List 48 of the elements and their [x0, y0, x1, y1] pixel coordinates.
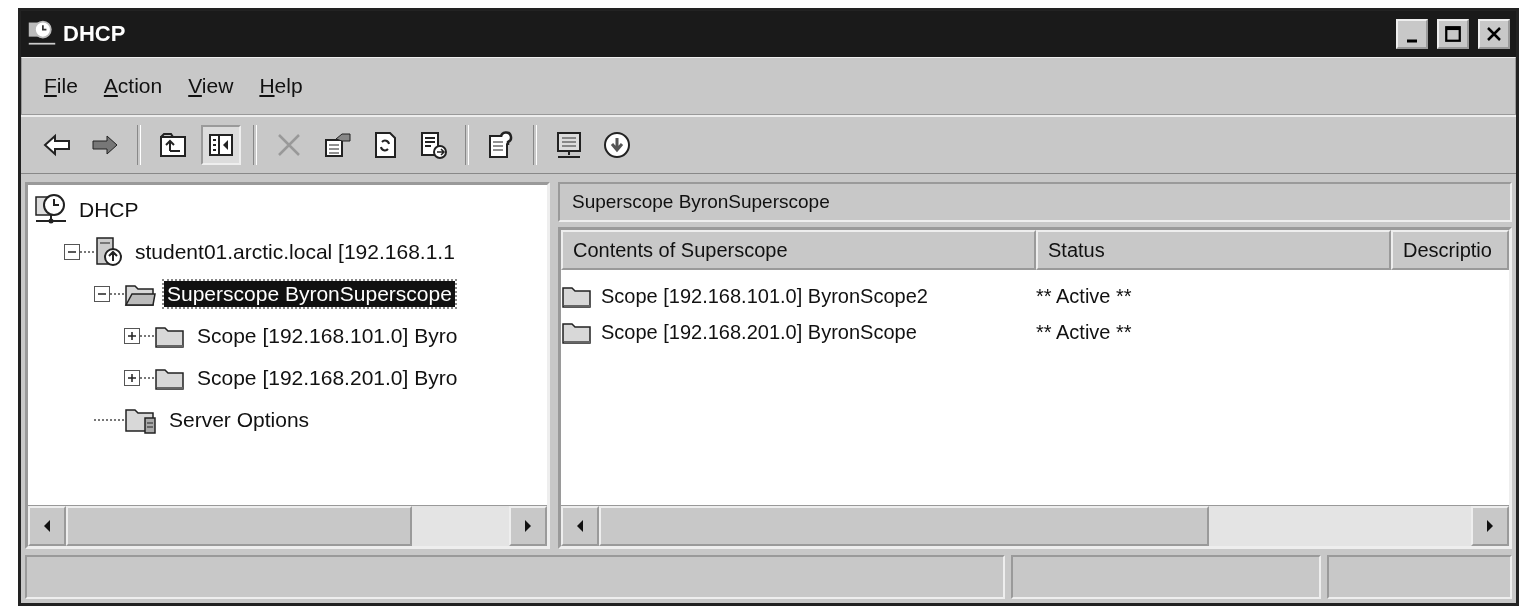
- column-header[interactable]: Contents of Superscope: [561, 230, 1036, 270]
- export-list-icon: [418, 130, 448, 160]
- pane-title: Superscope ByronSuperscope: [558, 182, 1512, 222]
- scope-name[interactable]: Scope [192.168.101.0] ByronScope2: [601, 284, 928, 308]
- window-title: DHCP: [63, 21, 126, 47]
- plus-icon: [127, 373, 137, 383]
- maximize-button[interactable]: [1437, 19, 1469, 49]
- expand-toggle[interactable]: [124, 370, 140, 386]
- tree-item[interactable]: Scope [192.168.101.0] Byro: [194, 323, 461, 349]
- plus-icon: [127, 331, 137, 341]
- expand-toggle[interactable]: [124, 328, 140, 344]
- monitor-icon: [554, 130, 584, 160]
- download-icon: [602, 130, 632, 160]
- scroll-right-button[interactable]: [509, 506, 547, 546]
- tree-item[interactable]: Superscope ByronSuperscope: [164, 281, 455, 307]
- menu-item[interactable]: Help: [259, 74, 303, 98]
- right-arrow-icon: [1485, 519, 1495, 533]
- column-header[interactable]: Status: [1036, 230, 1391, 270]
- scrollbar-thumb[interactable]: [66, 506, 412, 546]
- close-icon: [1486, 26, 1502, 42]
- collapse-toggle[interactable]: [64, 244, 80, 260]
- menu-item[interactable]: View: [188, 74, 234, 98]
- close-button[interactable]: [1478, 19, 1510, 49]
- collapse-toggle[interactable]: [94, 286, 110, 302]
- tree-item[interactable]: DHCP: [76, 197, 142, 223]
- scroll-right-button[interactable]: [1471, 506, 1509, 546]
- menu-item[interactable]: Action: [103, 74, 163, 98]
- minimize-icon: [1407, 39, 1417, 43]
- tree-item[interactable]: student01.arctic.local [192.168.1.1: [132, 239, 458, 265]
- up-folder-icon: [158, 130, 188, 160]
- toolbar-button[interactable]: [201, 125, 241, 165]
- tree-item[interactable]: Server Options: [166, 407, 313, 433]
- maximize-icon: [1444, 25, 1462, 43]
- left-arrow-icon: [42, 519, 52, 533]
- left-arrow-icon: [575, 519, 585, 533]
- scroll-left-button[interactable]: [28, 506, 66, 546]
- properties-icon: [322, 130, 352, 160]
- server-icon: [94, 235, 124, 269]
- column-header[interactable]: Descriptio: [1391, 230, 1509, 270]
- scope-name[interactable]: Scope [192.168.201.0] ByronScope: [601, 320, 917, 344]
- right-arrow-icon: [523, 519, 533, 533]
- menu-item[interactable]: File: [44, 74, 78, 98]
- scrollbar-thumb[interactable]: [599, 506, 1210, 546]
- scope-status: ** Active **: [1036, 284, 1132, 308]
- scope-status: ** Active **: [1036, 320, 1132, 344]
- tree-item[interactable]: Scope [192.168.201.0] Byro: [194, 365, 461, 391]
- scroll-left-button[interactable]: [561, 506, 599, 546]
- minimize-button[interactable]: [1396, 19, 1428, 49]
